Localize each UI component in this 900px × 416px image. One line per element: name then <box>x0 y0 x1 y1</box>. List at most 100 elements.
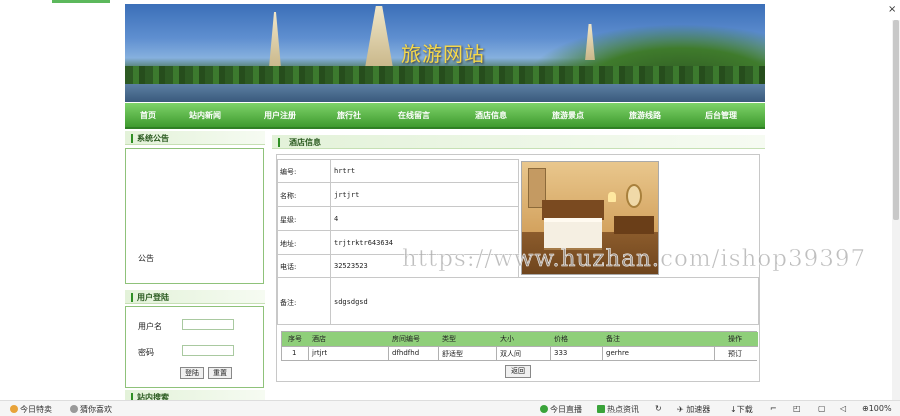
news-icon <box>597 405 605 413</box>
nav-hotels[interactable]: 酒店信息 <box>475 110 507 121</box>
close-icon[interactable]: × <box>888 4 896 15</box>
password-input[interactable] <box>182 345 234 356</box>
status-label: 猜你喜欢 <box>80 405 112 414</box>
field-separator <box>330 183 331 206</box>
hotel-section-header: 酒店信息 <box>272 135 765 149</box>
browser-status-bar: 今日特卖 猜你喜欢 今日直播 热点资讯 ↻ ✈ 加速器 ↓下载 ⌐ ◰ ▢ ◁ … <box>0 400 900 416</box>
zoom-level: 100% <box>868 404 892 413</box>
status-item-news[interactable]: 热点资讯 <box>597 404 639 415</box>
cell-notes: gerhre <box>606 349 629 357</box>
nav-home[interactable]: 首页 <box>140 110 156 121</box>
nav-register[interactable]: 用户注册 <box>264 110 296 121</box>
rocket-icon: ✈ <box>677 405 684 414</box>
window-icon[interactable]: ▢ <box>818 404 826 413</box>
password-label: 密码 <box>138 348 154 357</box>
field-value: sdgsdgsd <box>334 298 368 306</box>
field-label: 电话: <box>280 263 297 271</box>
announcement-box: 公告 <box>125 148 264 284</box>
column-header: 房间编号 <box>392 335 420 343</box>
login-title: 用户登陆 <box>137 293 169 302</box>
photo-bed <box>544 218 602 248</box>
status-label: 热点资讯 <box>607 405 639 414</box>
status-label: 今日特卖 <box>20 405 52 414</box>
status-item-recommend[interactable]: 猜你喜欢 <box>70 404 112 415</box>
field-value: trjtrktr643634 <box>334 239 394 247</box>
column-header: 价格 <box>554 335 568 343</box>
column-header: 酒店 <box>312 335 326 343</box>
cell-room-no: dfhdfhd <box>392 349 420 357</box>
announcement-content: 公告 <box>138 254 154 263</box>
page-container: 旅游网站 首页 站内新闻 用户注册 旅行社 在线留言 酒店信息 旅游景点 旅游线… <box>125 4 765 404</box>
nav-attractions[interactable]: 旅游景点 <box>552 110 584 121</box>
status-item-deals[interactable]: 今日特卖 <box>10 404 52 415</box>
field-separator <box>330 207 331 230</box>
cell-type: 舒适型 <box>442 350 463 358</box>
field-row-name: 名称: jrtjrt <box>277 182 519 207</box>
column-divider <box>438 346 439 360</box>
recommend-icon <box>70 405 78 413</box>
login-button[interactable]: 登陆 <box>180 367 204 379</box>
hotel-section-title: 酒店信息 <box>289 138 321 147</box>
column-header: 大小 <box>500 335 514 343</box>
column-divider <box>496 346 497 360</box>
status-item-accelerator[interactable]: ✈ 加速器 <box>677 404 710 415</box>
column-divider <box>602 346 603 360</box>
announcement-header: 系统公告 <box>125 131 265 145</box>
photo-lamp <box>608 192 616 202</box>
main-nav: 首页 站内新闻 用户注册 旅行社 在线留言 酒店信息 旅游景点 旅游线路 后台管… <box>125 103 765 129</box>
book-link[interactable]: 预订 <box>728 349 742 359</box>
nav-news[interactable]: 站内新闻 <box>189 110 221 121</box>
field-label: 地址: <box>280 240 297 248</box>
banner-water <box>125 84 765 102</box>
history-icon[interactable]: ◰ <box>793 404 801 413</box>
field-value: jrtjrt <box>334 191 360 199</box>
field-value: hrtrt <box>334 167 356 175</box>
nav-admin[interactable]: 后台管理 <box>705 110 737 121</box>
zoom-icon: ⊕ <box>862 404 869 413</box>
photo-mirror <box>626 184 642 208</box>
login-box: 用户名 密码 登陆 重置 <box>125 306 264 388</box>
nav-messages[interactable]: 在线留言 <box>398 110 430 121</box>
deals-icon <box>10 405 18 413</box>
status-label: 今日直播 <box>550 405 582 414</box>
status-item-download[interactable]: ↓下载 <box>730 404 753 415</box>
pagoda-left <box>269 12 281 68</box>
field-label: 备注: <box>280 299 297 307</box>
status-label: 下载 <box>736 405 753 414</box>
column-divider <box>308 346 309 360</box>
status-item-live[interactable]: 今日直播 <box>540 404 582 415</box>
status-zoom[interactable]: ⊕100% <box>862 404 892 413</box>
header-bar-icon <box>131 293 133 302</box>
sound-icon[interactable]: ◁ <box>840 404 846 413</box>
cell-hotel: jrtjrt <box>312 349 328 357</box>
photo-headboard <box>542 200 604 220</box>
field-row-id: 编号: hrtrt <box>277 159 519 183</box>
field-separator <box>330 231 331 254</box>
active-browser-tab[interactable] <box>52 0 110 3</box>
screenshot-icon[interactable]: ⌐ <box>770 404 777 413</box>
scrollbar-thumb[interactable] <box>893 20 899 220</box>
field-separator <box>330 278 331 324</box>
nav-routes[interactable]: 旅游线路 <box>629 110 661 121</box>
page-scrollbar[interactable] <box>892 20 900 400</box>
column-header: 类型 <box>442 335 456 343</box>
rooms-table-header: 序号 酒店 房间编号 类型 大小 价格 备注 操作 <box>282 332 758 346</box>
table-row: 1 jrtjrt dfhdfhd 舒适型 双人间 333 gerhre 预订 <box>282 346 758 360</box>
field-row-notes: 备注: sdgsdgsd <box>277 277 759 325</box>
column-divider <box>550 346 551 360</box>
cell-size: 双人间 <box>500 350 521 358</box>
live-icon <box>540 405 548 413</box>
nav-travel-agency[interactable]: 旅行社 <box>337 110 361 121</box>
announcement-title: 系统公告 <box>137 134 169 143</box>
refresh-icon[interactable]: ↻ <box>655 404 662 413</box>
column-header: 操作 <box>728 335 742 343</box>
back-button[interactable]: 返回 <box>505 365 531 378</box>
field-value: 4 <box>334 215 339 223</box>
rooms-table: 序号 酒店 房间编号 类型 大小 价格 备注 操作 1 jrtjrt dfhdf… <box>281 331 758 361</box>
field-separator <box>330 255 331 277</box>
status-label: 加速器 <box>686 405 711 414</box>
username-input[interactable] <box>182 319 234 330</box>
watermark-text: https://www.huzhan.com/ishop39397 <box>402 246 867 273</box>
reset-button[interactable]: 重置 <box>208 367 232 379</box>
photo-desk <box>614 216 654 234</box>
